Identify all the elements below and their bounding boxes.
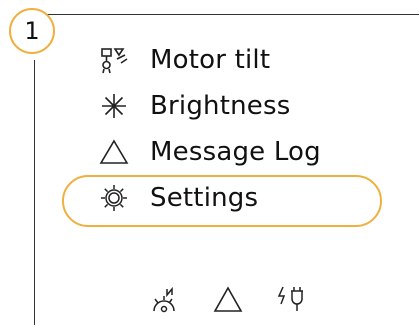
menu-item-label: Settings — [150, 183, 259, 213]
power-plug-icon — [274, 283, 306, 315]
menu-item-label: Message Log — [150, 137, 321, 167]
menu-item-message-log[interactable]: Message Log — [98, 132, 358, 172]
motor-tilt-icon — [98, 44, 130, 76]
night-mode-icon — [150, 283, 182, 315]
step-number-badge: 1 — [9, 8, 55, 54]
menu-item-settings[interactable]: Settings — [98, 178, 358, 218]
menu-item-brightness[interactable]: Brightness — [98, 86, 358, 126]
status-bar — [150, 283, 306, 315]
step-number: 1 — [24, 17, 40, 45]
frame-top-line — [45, 14, 419, 15]
menu-item-label: Motor tilt — [150, 45, 271, 75]
warning-triangle-icon — [212, 283, 244, 315]
menu-item-motor-tilt[interactable]: Motor tilt — [98, 40, 358, 80]
menu-item-label: Brightness — [150, 91, 291, 121]
warning-triangle-icon — [98, 136, 130, 168]
frame-left-line — [34, 60, 35, 325]
brightness-icon — [98, 90, 130, 122]
settings-gear-icon — [98, 182, 130, 214]
